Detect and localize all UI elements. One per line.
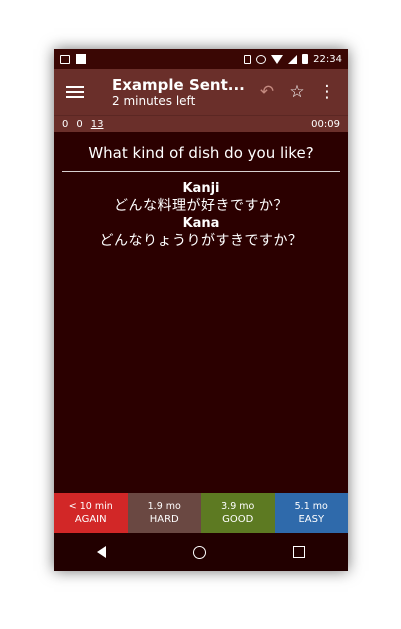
card-timer: 00:09 <box>311 118 340 130</box>
alarm-icon <box>256 54 267 64</box>
field-label-kana: Kana <box>182 216 220 231</box>
phone-screen: 22:34 Example Sent... 2 minutes left ↶ ☆… <box>54 49 348 571</box>
field-value-kanji: どんな料理が好きですか？ <box>114 198 288 214</box>
answer-divider <box>62 171 340 172</box>
learning-count: 0 <box>76 118 83 130</box>
cast-icon <box>76 54 86 64</box>
review-count: 13 <box>90 118 104 130</box>
easy-button[interactable]: 5.1 mo EASY <box>274 493 348 533</box>
field-label-kanji: Kanji <box>182 181 220 196</box>
recent-apps-icon[interactable] <box>292 546 305 558</box>
undo-icon[interactable]: ↶ <box>252 82 282 102</box>
status-time: 22:34 <box>313 53 342 65</box>
hard-label: HARD <box>149 513 179 525</box>
question-text: What kind of dish do you like? <box>88 144 314 162</box>
signal-icon <box>288 54 298 64</box>
back-icon[interactable] <box>97 546 107 558</box>
easy-label: EASY <box>298 513 325 525</box>
card-counts-bar: 0 0 13 00:09 <box>54 115 348 132</box>
menu-icon[interactable] <box>66 86 84 98</box>
good-label: GOOD <box>222 513 254 525</box>
app-toolbar: Example Sent... 2 minutes left ↶ ☆ ⋮ <box>54 69 348 115</box>
easy-interval: 5.1 mo <box>294 500 328 512</box>
time-left: 2 minutes left <box>112 93 196 108</box>
hard-button[interactable]: 1.9 mo HARD <box>127 493 201 533</box>
again-button[interactable]: < 10 min AGAIN <box>54 493 128 533</box>
toolbar-titles: Example Sent... 2 minutes left <box>112 76 252 109</box>
system-navbar <box>54 533 348 571</box>
good-button[interactable]: 3.9 mo GOOD <box>201 493 275 533</box>
vibrate-icon <box>244 54 252 64</box>
more-vert-icon[interactable]: ⋮ <box>312 82 342 102</box>
star-icon[interactable]: ☆ <box>282 82 312 102</box>
deck-title: Example Sent... <box>112 75 245 94</box>
again-label: AGAIN <box>74 513 107 525</box>
image-icon <box>60 54 70 64</box>
status-bar: 22:34 <box>54 49 348 69</box>
hard-interval: 1.9 mo <box>147 500 181 512</box>
field-value-kana: どんなりょうりがすきですか？ <box>99 233 303 249</box>
home-icon[interactable] <box>192 545 206 559</box>
new-count: 0 <box>62 118 69 130</box>
good-interval: 3.9 mo <box>221 500 255 512</box>
card-content: What kind of dish do you like? Kanji どんな… <box>54 132 348 493</box>
answer-buttons: < 10 min AGAIN 1.9 mo HARD 3.9 mo GOOD 5… <box>54 493 348 533</box>
again-interval: < 10 min <box>68 500 113 512</box>
battery-icon <box>302 54 309 64</box>
wifi-icon <box>271 54 284 64</box>
